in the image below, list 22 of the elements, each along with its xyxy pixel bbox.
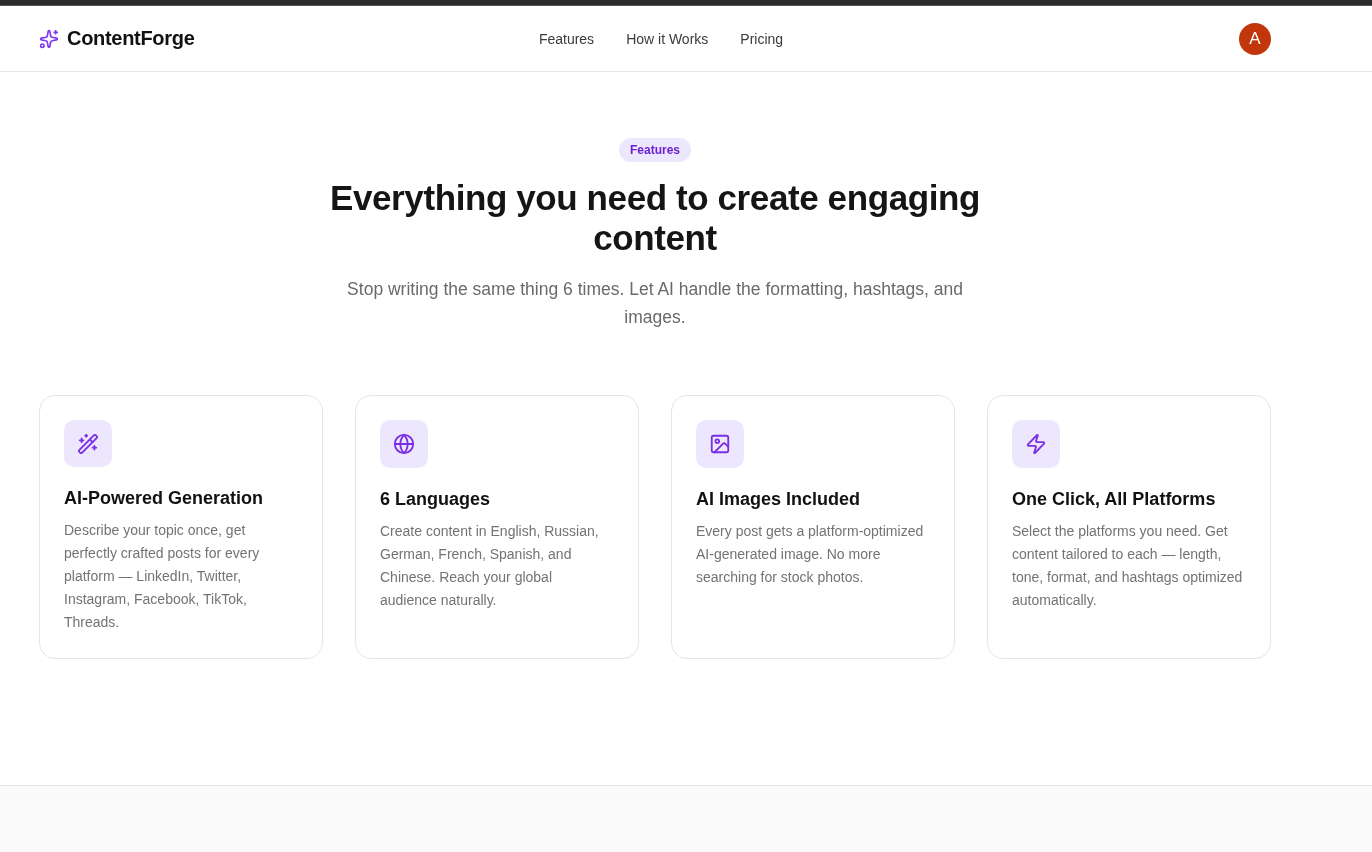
- section-title: Everything you need to create engaging content: [329, 178, 981, 258]
- feature-description: Describe your topic once, get perfectly crafted posts for every platform — LinkedIn, Twitter, Instagram, Facebook, TikTok, Threads.: [64, 521, 261, 632]
- section-subtitle: Stop writing the same thing 6 times. Let AI handle the formatting, hashtags, and images.: [346, 278, 964, 329]
- logo-text: ContentForge: [67, 27, 195, 50]
- globe-icon: [380, 420, 428, 468]
- nav-link[interactable]: Pricing: [740, 30, 784, 47]
- magic-wand-icon: [64, 420, 112, 467]
- nav-link[interactable]: How it Works: [626, 30, 709, 47]
- feature-title: AI Images Included: [696, 488, 861, 511]
- feature-title: 6 Languages: [380, 488, 491, 511]
- feature-description: Select the platforms you need. Get content tailored to each — length, tone, format, and hashtags optimized automatically.: [1012, 522, 1244, 610]
- feature-title: One Click, All Platforms: [1012, 488, 1216, 511]
- user-avatar[interactable]: A: [1239, 22, 1271, 55]
- feature-description: Create content in English, Russian, German, French, Spanish, and Chinese. Reach your global audience naturally.: [380, 522, 600, 610]
- image-icon: [696, 420, 744, 468]
- feature-description: Every post gets a platform-optimized AI-generated image. No more searching for stock photos.: [696, 522, 925, 587]
- feature-title: AI-Powered Generation: [64, 487, 264, 510]
- section-badge: Features: [619, 138, 691, 162]
- lightning-bolt-icon: [1012, 420, 1060, 468]
- logo-link[interactable]: ContentForge: [39, 27, 195, 50]
- sparkles-icon: [39, 28, 59, 49]
- nav-link[interactable]: Features: [538, 30, 595, 47]
